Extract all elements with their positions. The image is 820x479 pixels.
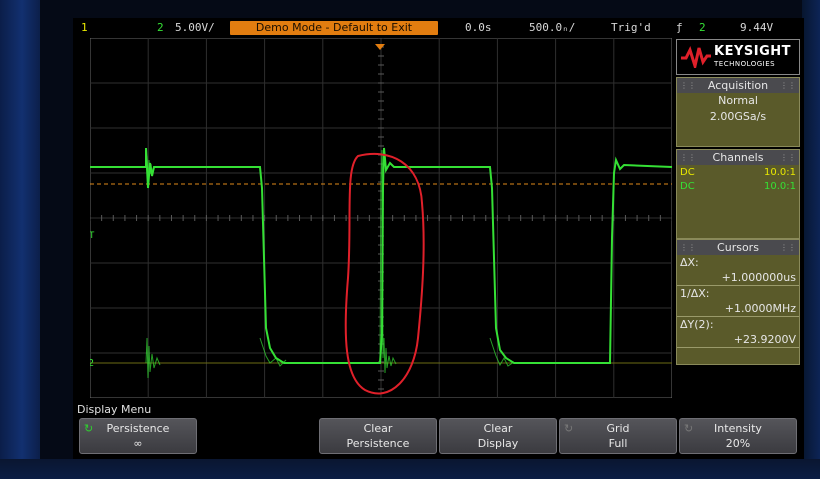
cursors-title: Cursors bbox=[717, 241, 759, 254]
trigger-source[interactable]: 2 bbox=[699, 21, 706, 34]
cursor-dx-value: +1.000000us bbox=[721, 271, 796, 284]
logo-text: KEYSIGHT bbox=[714, 44, 791, 59]
menu-title: Display Menu bbox=[77, 403, 152, 416]
acquisition-panel[interactable]: ⋮⋮ Acquisition ⋮⋮ Normal 2.00GSa/s bbox=[676, 77, 800, 147]
side-panel: KEYSIGHT TECHNOLOGIES ⋮⋮ Acquisition ⋮⋮ … bbox=[676, 39, 800, 398]
cursor-inv-dx-label: 1/ΔX: bbox=[680, 287, 710, 300]
cursors-panel[interactable]: ⋮⋮ Cursors ⋮⋮ ΔX: +1.000000us 1/ΔX: +1.0… bbox=[676, 239, 800, 365]
drag-handle-icon: ⋮⋮ bbox=[780, 81, 796, 90]
keysight-wave-icon bbox=[681, 46, 711, 68]
drag-handle-icon: ⋮⋮ bbox=[680, 243, 696, 252]
drag-handle-icon: ⋮⋮ bbox=[680, 153, 696, 162]
acquisition-title: Acquisition bbox=[707, 79, 769, 92]
channel2-coupling: DC bbox=[680, 181, 695, 192]
channel1-row: DC 10.0:1 bbox=[677, 166, 799, 180]
status-bar: 1 2 5.00V/ Demo Mode - Default to Exit 0… bbox=[73, 18, 804, 37]
cursor-dx-label-row: ΔX: bbox=[677, 255, 799, 270]
trigger-state: Trig'd bbox=[611, 21, 651, 34]
waveform-display[interactable]: T 2 bbox=[90, 38, 672, 398]
channel1-probe: 10.0:1 bbox=[764, 167, 796, 178]
persistence-value: ∞ bbox=[133, 437, 143, 450]
clear-persistence-value: Persistence bbox=[346, 437, 410, 450]
channel1-number[interactable]: 1 bbox=[81, 21, 88, 34]
cursor-dx-label: ΔX: bbox=[680, 256, 699, 269]
drag-handle-icon: ⋮⋮ bbox=[780, 243, 796, 252]
bezel-bottom bbox=[0, 459, 820, 479]
channel2-row: DC 10.0:1 bbox=[677, 180, 799, 194]
intensity-label: Intensity bbox=[714, 422, 762, 435]
drag-handle-icon: ⋮⋮ bbox=[680, 81, 696, 90]
clear-persistence-label: Clear bbox=[363, 422, 393, 435]
grid-softkey[interactable]: ↻ Grid Full bbox=[559, 418, 677, 454]
acquisition-mode: Normal bbox=[718, 94, 758, 107]
channel2-ground-marker: 2 bbox=[90, 358, 94, 369]
clear-display-value: Display bbox=[477, 437, 519, 450]
clear-display-softkey[interactable]: Clear Display bbox=[439, 418, 557, 454]
drag-handle-icon: ⋮⋮ bbox=[780, 153, 796, 162]
bezel-left bbox=[0, 0, 40, 479]
time-delay[interactable]: 0.0s bbox=[465, 21, 492, 34]
bezel-right bbox=[802, 0, 820, 479]
cursor-dy-value-row: +23.9200V bbox=[677, 332, 799, 348]
demo-mode-banner: Demo Mode - Default to Exit bbox=[230, 21, 438, 35]
grid-label: Grid bbox=[606, 422, 630, 435]
cursor-dy-value: +23.9200V bbox=[733, 333, 796, 346]
oscilloscope-screen: 1 2 5.00V/ Demo Mode - Default to Exit 0… bbox=[73, 18, 804, 459]
persistence-label: Persistence bbox=[106, 422, 170, 435]
grid-value: Full bbox=[608, 437, 628, 450]
trigger-slope-icon: ƒ bbox=[676, 21, 683, 34]
trigger-level[interactable]: 9.44V bbox=[740, 21, 773, 34]
cursor-dx-value-row: +1.000000us bbox=[677, 270, 799, 286]
channels-header: ⋮⋮ Channels ⋮⋮ bbox=[677, 150, 799, 165]
trigger-level-marker: T bbox=[90, 231, 95, 241]
clear-persistence-softkey[interactable]: Clear Persistence bbox=[319, 418, 437, 454]
intensity-value: 20% bbox=[725, 437, 751, 450]
cursor-inv-dx-value: +1.0000MHz bbox=[724, 302, 796, 315]
channels-title: Channels bbox=[712, 151, 764, 164]
channel2-number[interactable]: 2 bbox=[157, 21, 164, 34]
channel1-coupling: DC bbox=[680, 167, 695, 178]
channel2-probe: 10.0:1 bbox=[764, 181, 796, 192]
cursor-inv-dx-value-row: +1.0000MHz bbox=[677, 301, 799, 317]
sample-rate: 2.00GSa/s bbox=[709, 110, 767, 123]
timebase-scale[interactable]: 500.0ₙ/ bbox=[529, 21, 575, 34]
keysight-logo: KEYSIGHT TECHNOLOGIES bbox=[676, 39, 800, 75]
cursor-dy-label-row: ΔY(2): bbox=[677, 317, 799, 332]
logo-subtitle: TECHNOLOGIES bbox=[714, 60, 776, 68]
channels-panel[interactable]: ⋮⋮ Channels ⋮⋮ DC 10.0:1 DC 10.0:1 bbox=[676, 149, 800, 239]
cursors-header: ⋮⋮ Cursors ⋮⋮ bbox=[677, 240, 799, 255]
acquisition-header: ⋮⋮ Acquisition ⋮⋮ bbox=[677, 78, 799, 93]
channel2-scale[interactable]: 5.00V/ bbox=[175, 21, 215, 34]
cursor-dy-label: ΔY(2): bbox=[680, 318, 714, 331]
cursor-inv-dx-label-row: 1/ΔX: bbox=[677, 286, 799, 301]
intensity-softkey[interactable]: ↻ Intensity 20% bbox=[679, 418, 797, 454]
persistence-softkey[interactable]: ↻ Persistence ∞ bbox=[79, 418, 197, 454]
clear-display-label: Clear bbox=[483, 422, 513, 435]
